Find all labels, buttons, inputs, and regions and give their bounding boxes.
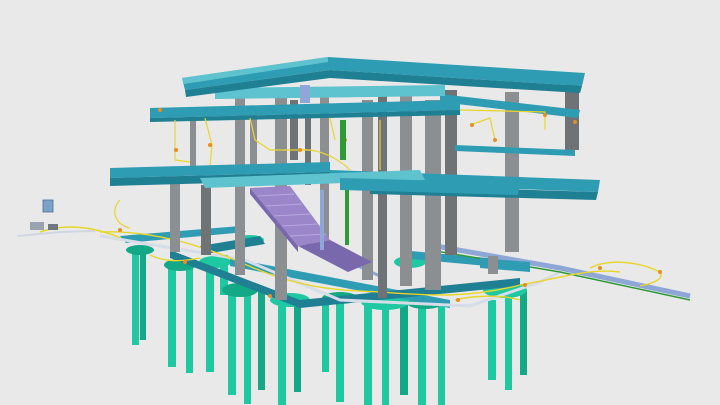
staircase bbox=[250, 186, 372, 272]
structural-model-render bbox=[17, 57, 691, 405]
middle-slab bbox=[110, 162, 600, 200]
left-service-lines bbox=[17, 199, 131, 243]
model-viewport[interactable] bbox=[0, 0, 720, 405]
